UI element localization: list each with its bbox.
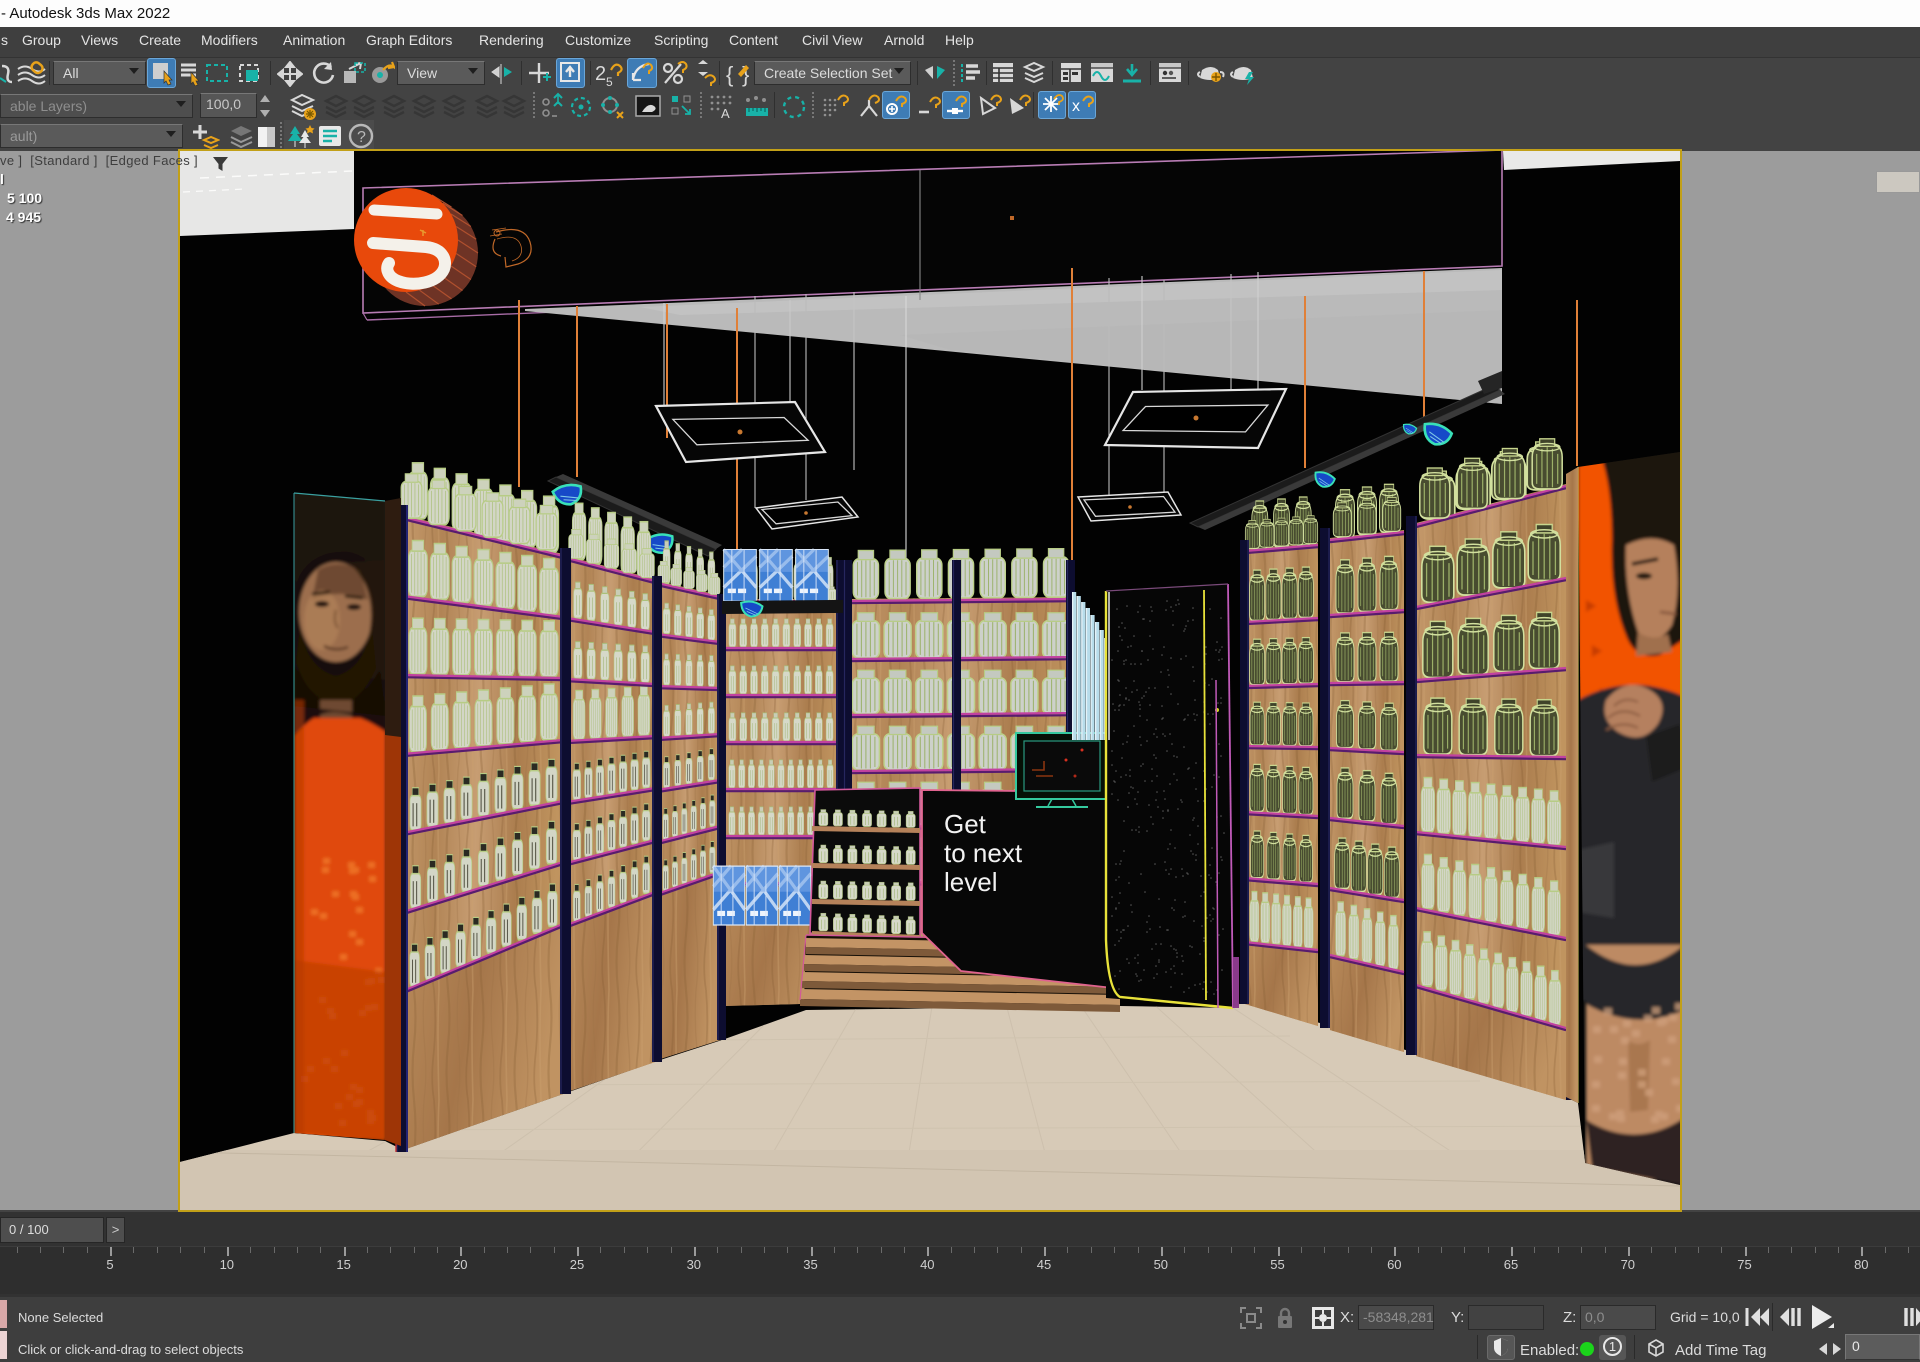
svg-text:to next: to next	[944, 838, 1023, 868]
svg-text:x: x	[1072, 98, 1080, 115]
svg-text:level: level	[944, 867, 997, 897]
svg-text:Get: Get	[944, 809, 987, 839]
svg-text:A: A	[721, 106, 730, 121]
svg-text:2: 2	[595, 63, 606, 85]
svg-text:?: ?	[357, 129, 366, 146]
svg-text:5: 5	[606, 75, 613, 88]
svg-text:{: {	[726, 62, 733, 87]
